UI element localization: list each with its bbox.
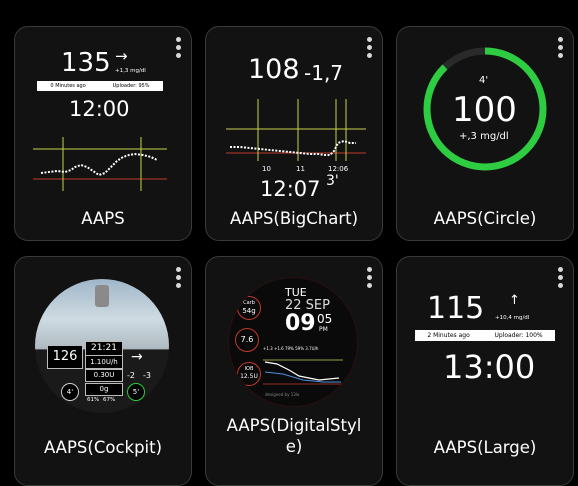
watchface-card-bigchart[interactable]: 108 -1,7 10 11 12:06 12:07 3' AAPS(BigCh… <box>205 26 383 241</box>
more-vert-icon[interactable] <box>366 267 372 288</box>
battery-pct: 61% <box>87 397 100 403</box>
tick-label: 10 <box>262 165 271 173</box>
watchface-preview-digitalstyle: TUE 22 SEP 09 05 PM Carb 54g 7.6 IOB 12.… <box>228 277 358 407</box>
bg-value: 126 <box>52 349 78 364</box>
bg-value: 108 <box>248 54 300 85</box>
watchface-label: AAPS(Large) <box>433 438 537 457</box>
cob-value: 0g <box>99 385 109 393</box>
watchface-preview-aaps: 135 → +1,3 mg/dl 0 Minutes ago Uploader:… <box>33 41 167 191</box>
more-vert-icon[interactable] <box>557 267 563 288</box>
bg-value: 100 <box>452 90 517 130</box>
ago-text: 2 Minutes ago <box>427 332 470 339</box>
iob-ring: IOB 12.5U <box>237 362 261 386</box>
watchface-card-aaps[interactable]: 135 → +1,3 mg/dl 0 Minutes ago Uploader:… <box>14 26 192 241</box>
iob-box: 0.30U <box>85 369 123 382</box>
ampm-text: PM <box>319 326 328 333</box>
trend-arrow-icon: ↑ <box>509 293 520 308</box>
watchface-label: AAPS <box>81 209 125 228</box>
delta-value: -1,7 <box>304 61 344 85</box>
status-bar: 2 Minutes ago Uploader: 100% <box>415 330 555 341</box>
carbs-label: Carb <box>243 300 255 306</box>
ago-text: 4' <box>66 388 74 396</box>
ago-text: 4' <box>479 75 489 86</box>
time-box: 21:21 <box>85 341 123 356</box>
watch-time: 12:00 <box>69 97 130 121</box>
ago-text: 0 Minutes ago <box>50 83 86 89</box>
more-vert-icon[interactable] <box>557 37 563 58</box>
watchface-preview-large: 115 ↑ +10,4 mg/dl 2 Minutes ago Uploader… <box>415 293 555 403</box>
bg-value: 115 <box>427 293 485 326</box>
status-bar: 0 Minutes ago Uploader: 95% <box>37 81 163 91</box>
footer-text: designed by 13lo <box>265 392 300 397</box>
watchface-label: AAPS(Cockpit) <box>43 438 163 457</box>
minute-text: 05 <box>317 312 333 326</box>
iob-value: 0.30U <box>93 371 115 379</box>
watch-time: 12:07 <box>260 177 321 201</box>
iob-label: IOB <box>244 366 254 372</box>
bg-graph <box>33 137 167 191</box>
uploader-text: Uploader: 95% <box>112 83 150 89</box>
tick-label: 11 <box>296 165 305 173</box>
basal-box: 1.10U/h <box>85 355 123 369</box>
watchface-card-cockpit[interactable]: 126 21:21 1.10U/h 0.30U → -2 -3 4' 0g 5'… <box>14 256 192 486</box>
ago-text: 5' <box>132 388 140 396</box>
watchface-preview-circle: 4' 100 +,3 mg/dl <box>421 45 549 173</box>
more-vert-icon[interactable] <box>175 37 181 58</box>
watch-time: 13:00 <box>443 348 536 386</box>
carbs-ring: Carb 54g <box>237 296 261 320</box>
bg-value: 135 <box>61 48 111 78</box>
basal-value: 1.10U/h <box>90 358 118 366</box>
watchface-label-line1: AAPS(DigitalStyl <box>226 416 362 435</box>
status-line: +1.3 +1.6 79% 59% 3.7U/h <box>263 346 319 351</box>
ago-dial-2: 5' <box>127 383 145 401</box>
trend-arrow-icon: → <box>115 47 128 65</box>
delta-value: +,3 mg/dl <box>459 131 509 142</box>
bg-box: 126 <box>47 345 83 369</box>
cockpit-window-frame <box>95 285 109 307</box>
more-vert-icon[interactable] <box>366 37 372 58</box>
delta-value: -3 <box>143 371 151 380</box>
watchface-card-circle[interactable]: 4' 100 +,3 mg/dl AAPS(Circle) <box>396 26 574 241</box>
watchface-preview-cockpit: 126 21:21 1.10U/h 0.30U → -2 -3 4' 0g 5'… <box>35 279 169 413</box>
watchface-card-digitalstyle[interactable]: TUE 22 SEP 09 05 PM Carb 54g 7.6 IOB 12.… <box>205 256 383 486</box>
tick-label: 12:06 <box>328 165 349 173</box>
ago-text: 3' <box>326 173 339 189</box>
ago-dial: 4' <box>61 383 79 401</box>
watchface-card-large[interactable]: 115 ↑ +10,4 mg/dl 2 Minutes ago Uploader… <box>396 256 574 486</box>
carbs-value: 54g <box>242 307 256 315</box>
watchface-label: AAPS(DigitalStyl e) <box>206 415 382 457</box>
uploader-text: Uploader: 100% <box>494 332 543 339</box>
hour-text: 09 <box>285 311 316 336</box>
watchface-preview-bigchart: 108 -1,7 10 11 12:06 12:07 3' <box>226 53 366 203</box>
delta-value: +1,3 mg/dl <box>115 68 146 74</box>
delta-ring: 7.6 <box>235 328 259 352</box>
battery-pct: 67% <box>103 397 116 403</box>
delta-value: 7.6 <box>240 335 254 344</box>
watchface-label: AAPS(BigChart) <box>229 209 359 228</box>
watch-time: 21:21 <box>91 343 117 353</box>
watchface-label: AAPS(Circle) <box>433 209 537 228</box>
trend-arrow-icon: → <box>131 349 143 365</box>
cob-box: 0g <box>85 383 123 396</box>
iob-value: 12.5U <box>240 373 258 380</box>
delta-value: -2 <box>127 371 135 380</box>
bg-graph <box>226 99 366 161</box>
bg-graph <box>263 359 343 385</box>
more-vert-icon[interactable] <box>175 267 181 288</box>
delta-value: +10,4 mg/dl <box>495 315 530 321</box>
time-axis: 10 11 12:06 <box>226 165 366 175</box>
watchface-label-line2: e) <box>285 437 303 456</box>
